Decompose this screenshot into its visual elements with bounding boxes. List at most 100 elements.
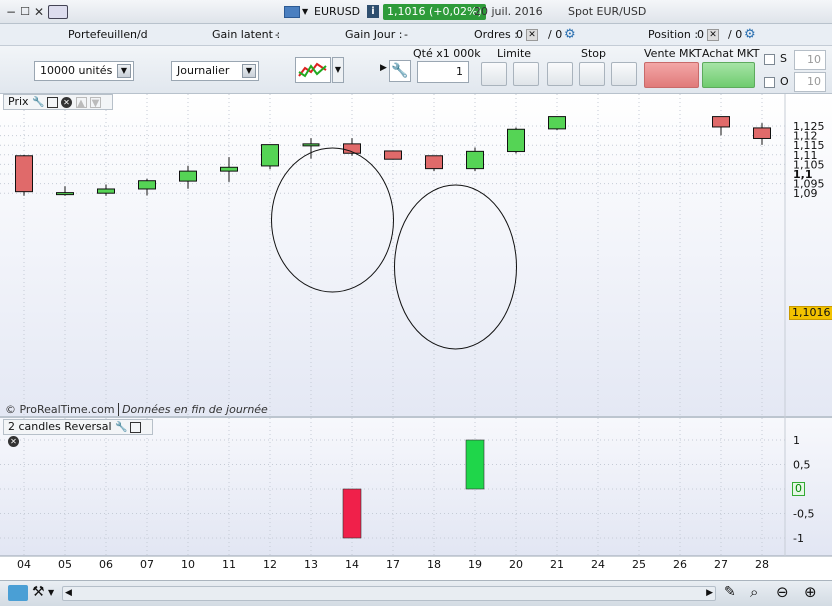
latent-gain-label: Gain latent : <box>212 28 281 41</box>
x-axis-label: 10 <box>181 558 195 571</box>
o-value-input[interactable]: 10 <box>794 72 826 92</box>
wrench-icon[interactable]: 🔧 <box>389 60 411 82</box>
candle-body <box>302 143 320 147</box>
indicator-panel-background <box>0 418 832 556</box>
buy-market-label: Achat MKT <box>702 47 760 60</box>
move-up-icon[interactable]: ▲ <box>75 96 87 109</box>
day-gain-label: Gain Jour : <box>345 28 403 41</box>
zoom-in-icon[interactable]: ⊕ <box>804 583 817 601</box>
candle-body <box>56 192 74 196</box>
orders-label: Ordres : <box>474 28 518 41</box>
clear-orders-icon[interactable]: ✕ <box>526 29 538 41</box>
stop-checkbox[interactable] <box>764 54 775 65</box>
price-y-tick-label: 1,09 <box>793 187 818 200</box>
stop-trailing-button[interactable] <box>611 62 637 86</box>
title-bar: − ☐ ✕ ▼ EURUSD i 1,1016 (+0,02%) 20 juil… <box>0 0 832 24</box>
x-axis-background <box>0 556 832 580</box>
limit-sell-button[interactable] <box>513 62 539 86</box>
wrench-icon[interactable]: 🔧 <box>32 97 44 108</box>
limit-buy-button[interactable] <box>481 62 507 86</box>
size-select[interactable]: 10000 unités ▼ <box>34 61 134 81</box>
indicator-button[interactable] <box>295 57 331 83</box>
x-axis-label: 06 <box>99 558 113 571</box>
s-value-input[interactable]: 10 <box>794 50 826 70</box>
x-axis-label: 11 <box>222 558 236 571</box>
indicator-panel-header: 2 candles Reversal 🔧 ✕ <box>3 419 153 447</box>
draw-tools-icon[interactable]: ✎ <box>724 584 736 600</box>
window-icon[interactable] <box>129 421 141 433</box>
indicator-y-tick-label: 0,5 <box>793 459 811 472</box>
arrow-right-icon[interactable]: ▶ <box>380 63 387 73</box>
time-scrollbar[interactable]: ◀ ▶ <box>62 586 716 601</box>
sell-market-label: Vente MKT <box>644 47 702 60</box>
window-icon[interactable] <box>46 96 58 108</box>
indicator-bar <box>342 488 362 539</box>
chart-style-icon[interactable] <box>8 585 28 601</box>
x-axis-label: 27 <box>714 558 728 571</box>
o-label: O <box>780 75 789 88</box>
bottom-toolbar: ⚒ ▼ ◀ ▶ ✎ ⌕ ⊖ ⊕ <box>0 580 832 606</box>
close-icon[interactable]: ✕ <box>32 5 46 19</box>
account-info-bar: Portefeuille : n/d Gain latent : - Gain … <box>0 24 832 46</box>
limit-label: Limite <box>497 47 532 60</box>
quantity-label: Qté x1 000k <box>413 47 481 60</box>
maximize-icon[interactable]: ☐ <box>18 5 32 19</box>
position-settings-icon[interactable]: ⚙ <box>744 27 756 42</box>
orders-settings-icon[interactable]: ⚙ <box>564 27 576 42</box>
buy-market-button[interactable] <box>702 62 755 88</box>
stop-label: Stop <box>581 47 607 60</box>
period-select[interactable]: Journalier ▼ <box>171 61 259 81</box>
stop-sell-button[interactable] <box>579 62 605 86</box>
day-gain-value: - <box>404 28 408 41</box>
indicator-dropdown-icon[interactable]: ▼ <box>332 57 344 83</box>
scroll-left-icon[interactable]: ◀ <box>65 587 72 600</box>
x-axis-label: 24 <box>591 558 605 571</box>
move-down-icon[interactable]: ▼ <box>90 96 102 109</box>
indicator-y-tick-label: 1 <box>793 434 800 447</box>
clear-position-icon[interactable]: ✕ <box>707 29 719 41</box>
candle-body <box>466 150 484 170</box>
latent-gain-value: - <box>275 28 279 41</box>
chevron-down-icon[interactable]: ▼ <box>302 7 308 16</box>
x-axis-label: 25 <box>632 558 646 571</box>
close-icon[interactable]: ✕ <box>61 96 73 108</box>
instrument-name: Spot EUR/USD <box>568 5 647 18</box>
period-select-value: Journalier <box>177 64 230 77</box>
candle-body <box>97 188 115 194</box>
wrench-icon[interactable]: 🔧 <box>115 422 127 433</box>
candle-body <box>179 170 197 182</box>
chart-area: 1,1251,121,1151,111,1051,11,0951,0910,5-… <box>0 94 832 580</box>
candle-body <box>425 155 443 170</box>
chevron-down-icon: ▼ <box>117 64 131 78</box>
price-panel-background <box>0 94 832 416</box>
sell-market-button[interactable] <box>644 62 699 88</box>
scroll-right-icon[interactable]: ▶ <box>706 587 713 600</box>
x-axis-label: 18 <box>427 558 441 571</box>
order-checkbox[interactable] <box>764 77 775 88</box>
candle-body <box>220 166 238 172</box>
close-icon[interactable]: ✕ <box>8 435 19 447</box>
zoom-out-icon[interactable]: ⊖ <box>776 583 789 601</box>
minimize-icon[interactable]: − <box>4 5 18 19</box>
indicator-chart-icon <box>298 62 327 78</box>
x-axis-label: 26 <box>673 558 687 571</box>
x-axis-label: 28 <box>755 558 769 571</box>
symbol-label[interactable]: EURUSD <box>314 5 360 18</box>
chevron-down-icon[interactable]: ▼ <box>48 588 54 597</box>
info-icon[interactable]: i <box>367 5 379 18</box>
keyboard-icon[interactable] <box>48 5 68 19</box>
candle-body <box>138 180 156 190</box>
watermark-note: Données en fin de journée <box>118 403 268 416</box>
chart-type-icon[interactable] <box>284 6 300 18</box>
x-axis-label: 14 <box>345 558 359 571</box>
candle-body <box>384 150 402 160</box>
zoom-fit-icon[interactable]: ⌕ <box>750 583 758 601</box>
tools-icon[interactable]: ⚒ <box>32 584 45 600</box>
x-axis-label: 21 <box>550 558 564 571</box>
orders-value: 0 <box>516 28 523 41</box>
indicator-value-tag: 0 <box>792 482 805 496</box>
stop-buy-button[interactable] <box>547 62 573 86</box>
position-value: 0 <box>697 28 704 41</box>
portfolio-value: n/d <box>130 28 148 41</box>
quantity-input[interactable]: 1 <box>417 61 469 83</box>
